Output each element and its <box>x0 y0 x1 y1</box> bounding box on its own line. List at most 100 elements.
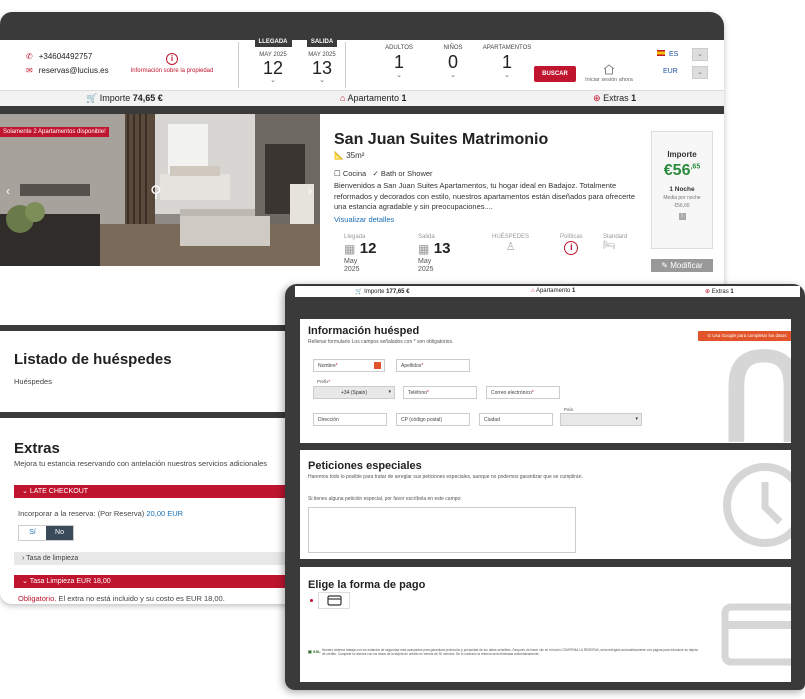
email-field[interactable]: Correo electrónico* <box>486 386 560 399</box>
zoom-icon[interactable]: ⚲ <box>150 182 162 202</box>
chevron-left-icon[interactable]: ‹ <box>6 184 10 198</box>
modify-button[interactable]: ✎ Modificar <box>651 259 713 272</box>
name-field[interactable]: Nombre* <box>313 359 385 372</box>
language-selector[interactable]: ES <box>657 50 678 58</box>
guests-list-subtitle: Huéspedes <box>14 377 52 386</box>
cleaning-fee-header[interactable]: › Tasa de limpieza <box>14 552 300 565</box>
credit-card-option[interactable] <box>318 592 350 609</box>
summary-importe[interactable]: 🛒 Importe 74,65 € <box>86 93 163 104</box>
login-button[interactable]: Iniciar sesión ahora <box>582 64 636 83</box>
chevron-down-icon: ▾ <box>388 389 391 395</box>
property-info-button[interactable]: i Información sobre la propiedad <box>122 53 222 74</box>
late-checkout-price: Incorporar a la reserva: (Por Reserva) 2… <box>18 509 184 518</box>
prefix-label: Prefix* <box>317 379 331 384</box>
summary-extras[interactable]: ⊕ Extras 1 <box>593 93 636 104</box>
language-dropdown-button[interactable]: ⌄ <box>692 48 708 61</box>
plus-circle-icon: ⊕ <box>593 93 601 103</box>
chevron-down-icon: ▾ <box>635 416 638 422</box>
info-icon: i <box>166 53 178 65</box>
country-label: País <box>564 407 574 412</box>
payment-legal-text: Nuestro sistema trabaja con los estándar… <box>322 648 698 656</box>
city-field[interactable]: Ciudad <box>479 413 553 426</box>
person-icon: ♙ <box>505 241 516 253</box>
special-requests-textarea[interactable] <box>308 507 576 553</box>
departure-date-picker[interactable]: SALIDA MAY 2025 13 ⌄ <box>302 30 342 84</box>
phone-field[interactable]: Teléfono* <box>403 386 477 399</box>
divider-band <box>0 106 724 114</box>
view-details-link[interactable]: Visualizar detalles <box>334 215 394 224</box>
google-icon: G <box>707 333 711 338</box>
stay-guests: HUÉSPEDES ♙ <box>492 234 530 253</box>
chevron-right-icon[interactable]: › <box>308 184 312 198</box>
spain-flag-icon <box>657 50 665 56</box>
summary-importe[interactable]: 🛒 Importe 177,65 € <box>355 288 410 295</box>
chevron-down-icon: ⌄ <box>697 69 703 76</box>
info-icon: i <box>564 241 579 255</box>
cleaning-fee-price-header[interactable]: ⌄ Tasa Limpieza EUR 18,00 <box>14 575 300 588</box>
stay-departure: Salida ▦ 13 May 2025 <box>418 234 451 273</box>
summary-apartamento[interactable]: ⌂ Apartamento 1 <box>340 93 407 103</box>
summary-extras[interactable]: ⊕ Extras 1 <box>705 288 734 295</box>
yes-option[interactable]: Sí <box>19 526 46 540</box>
phone-contact[interactable]: ✆ +34604492757 <box>26 52 92 61</box>
contact-card-icon <box>374 362 381 369</box>
credit-card-icon <box>327 595 342 606</box>
apartments-selector[interactable]: APARTAMENTOS 1 ⌄ <box>482 45 532 79</box>
cleaning-fee-note: Obligatorio. El extra no está incluido y… <box>18 594 225 603</box>
chevron-down-icon: ⌄ <box>450 72 456 79</box>
stay-arrival: Llegada ▦ 12 May 2025 <box>344 234 377 273</box>
prefix-select[interactable]: +34 (Spain) ▾ <box>313 386 395 399</box>
lock-icon: ▣ <box>308 649 312 654</box>
adults-selector[interactable]: ADULTOS 1 ⌄ <box>374 45 424 79</box>
price-box: Importe €56,65 1 Noche Media por noche €… <box>651 131 713 249</box>
room-features: ☐ Cocina ✓ Bath or Shower <box>334 169 433 178</box>
info-icon[interactable]: i <box>678 213 686 220</box>
no-option[interactable]: No <box>46 526 73 540</box>
booking-summary-bar: 🛒 Importe 74,65 € ⌂ Apartamento 1 ⊕ Extr… <box>0 90 724 106</box>
late-checkout-header[interactable]: ⌄ LATE CHECKOUT <box>14 485 300 498</box>
person-watermark-icon: ᑎ <box>720 332 791 443</box>
extras-subtitle: Mejora tu estancia reservando con antela… <box>14 459 268 468</box>
guest-info-subtitle: Rellenar formulario Los campos señalados… <box>308 339 454 345</box>
credit-card-watermark-icon <box>721 603 791 666</box>
postal-code-field[interactable]: CP (código postal) <box>396 413 470 426</box>
search-button[interactable]: BUSCAR <box>534 66 576 82</box>
yes-no-toggle: Sí No <box>18 525 74 541</box>
home-icon: ⌂ <box>340 93 346 103</box>
ruler-icon: 📐 <box>334 151 344 160</box>
special-requests-title: Peticiones especiales <box>308 460 422 472</box>
guest-info-title: Información huésped <box>308 325 420 337</box>
email-contact[interactable]: ✉ reservas@lucius.es <box>26 66 109 75</box>
plus-circle-icon: ⊕ <box>705 289 711 295</box>
currency-selector[interactable]: EUR <box>663 68 678 75</box>
check-circle-icon: ✓ <box>372 169 379 178</box>
arrival-date-picker[interactable]: LLEGADA MAY 2025 12 ⌄ <box>253 30 293 84</box>
address-field[interactable]: Dirección <box>313 413 387 426</box>
divider-band <box>0 412 300 418</box>
divider <box>238 42 239 88</box>
room-title: San Juan Suites Matrimonio <box>334 131 549 148</box>
pencil-icon: ✎ <box>661 261 668 270</box>
surname-field[interactable]: Apellidos* <box>396 359 470 372</box>
cart-icon: 🛒 <box>355 289 363 295</box>
chevron-down-icon: ⌄ <box>697 51 703 58</box>
google-autofill-button[interactable]: G Usa Google para completar los datos <box>698 331 791 341</box>
summary-apartamento[interactable]: ⌂ Apartamento 1 <box>531 288 575 294</box>
home-icon <box>603 64 615 75</box>
country-select[interactable]: ▾ <box>560 413 642 426</box>
kids-selector[interactable]: NIÑOS 0 ⌄ <box>428 45 478 79</box>
cart-icon: 🛒 <box>86 93 98 103</box>
home-icon: ⌂ <box>531 288 535 294</box>
booking-search-bar: ✆ +34604492757 ✉ reservas@lucius.es i Info… <box>0 37 724 90</box>
stay-policies[interactable]: Políticas i <box>560 234 583 256</box>
divider-band <box>0 325 300 331</box>
room-description: Bienvenidos a San Juan Suites Apartament… <box>334 181 636 211</box>
booking-summary-bar: 🛒 Importe 177,65 € ⌂ Apartamento 1 ⊕ Ext… <box>295 286 800 297</box>
currency-dropdown-button[interactable]: ⌄ <box>692 66 708 79</box>
bed-icon: 🛏 <box>603 240 616 251</box>
extras-title: Extras <box>14 440 60 457</box>
calendar-icon: ▦ <box>344 242 356 256</box>
checkout-form-window: 🛒 Importe 177,65 € ⌂ Apartamento 1 ⊕ Ext… <box>285 284 805 690</box>
chevron-down-icon: ⌄ <box>319 77 325 84</box>
radio-dot[interactable] <box>310 599 313 602</box>
